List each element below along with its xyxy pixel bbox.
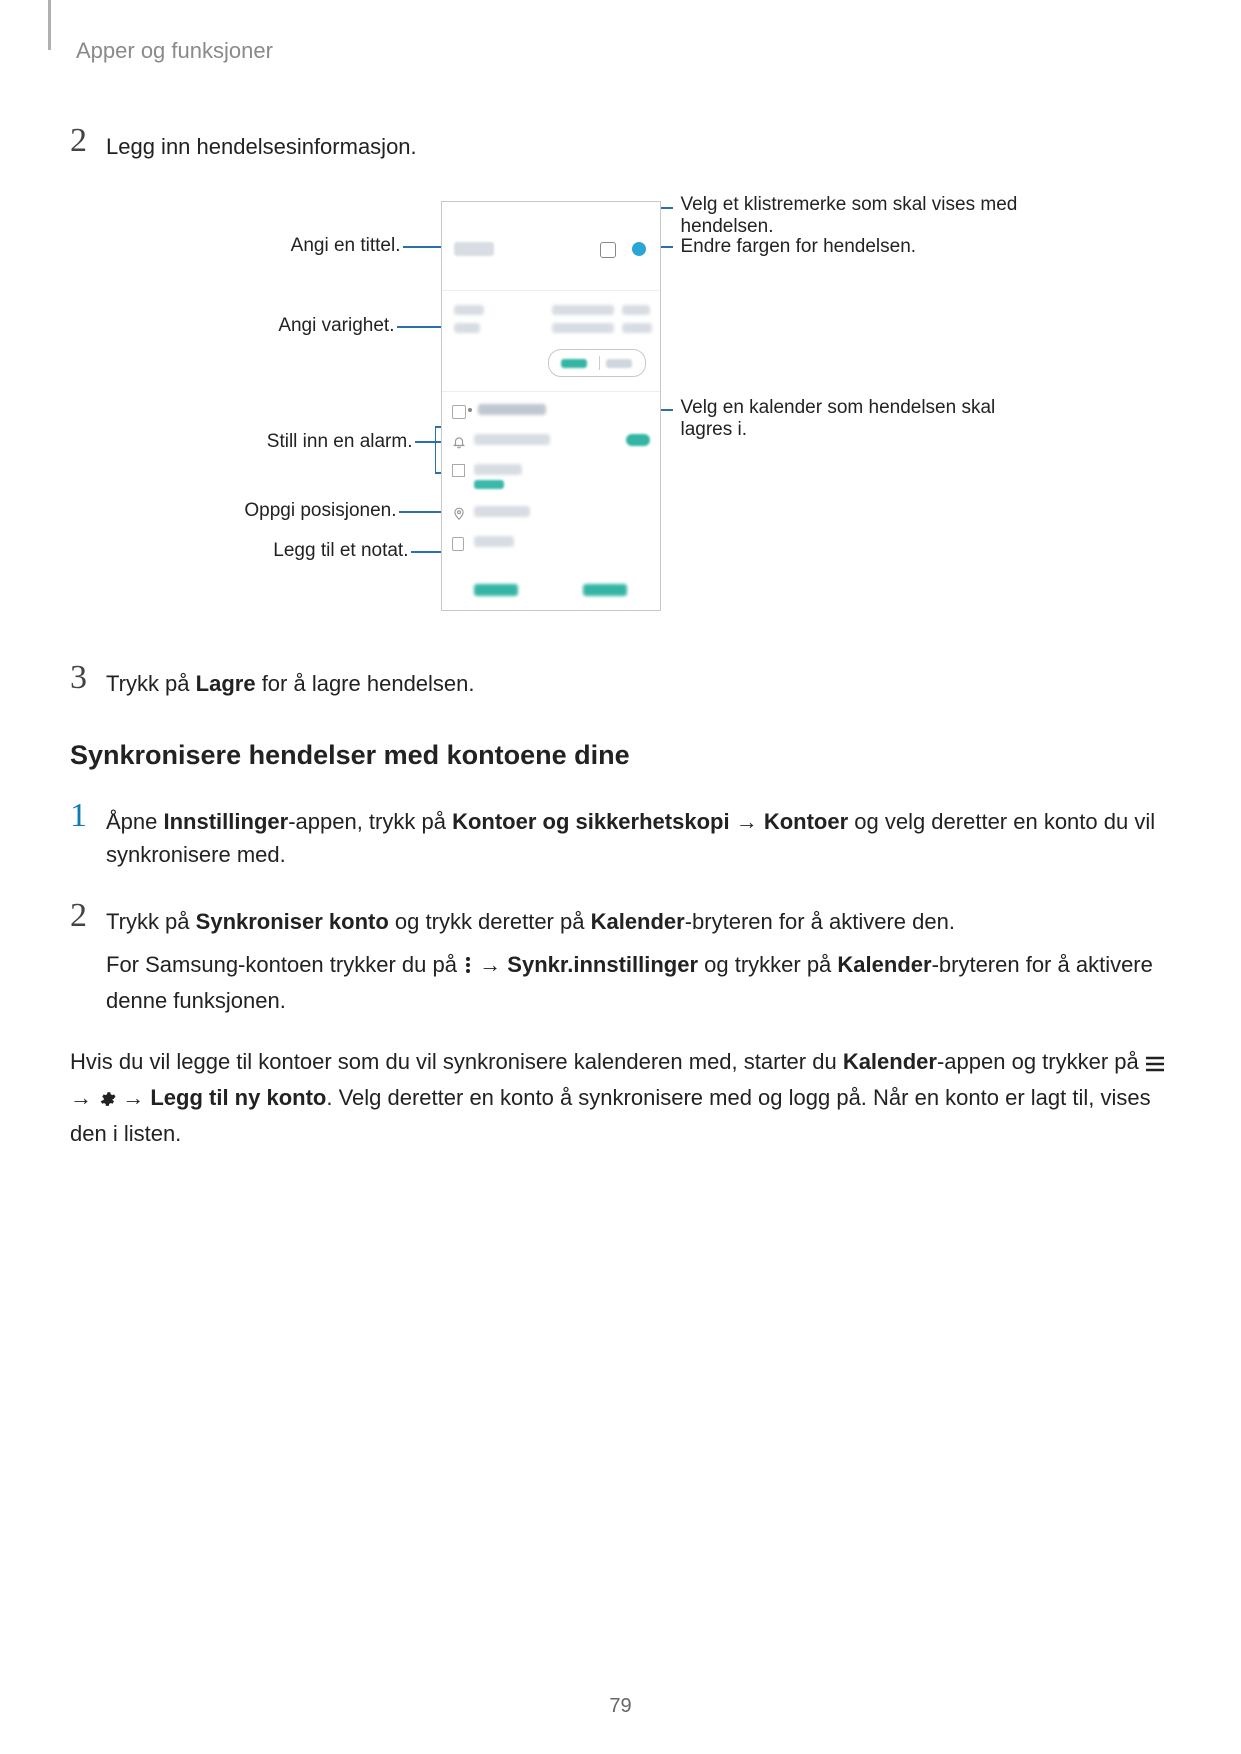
row-alarm [442,428,660,456]
text: Hvis du vil legge til kontoer som du vil… [70,1049,843,1074]
phone-title-area [442,202,660,291]
callout-note: Legg til et notat. [191,540,409,562]
text: -appen, trykk på [288,809,452,834]
bold: Lagre [196,671,256,696]
text: for å lagre hendelsen. [256,671,475,696]
step-text: Trykk på Lagre for å lagre hendelsen. [106,661,1171,700]
text: og trykker på [698,952,837,977]
phone-cancel-button [474,584,518,596]
text: → [116,1085,150,1110]
sticker-icon [600,242,616,258]
phone-buttons [442,570,660,610]
time-pill [548,349,646,377]
bold: Synkroniser konto [196,909,389,934]
callout-title: Angi en tittel. [191,235,401,257]
row-calendar [442,398,660,426]
bold: Kalender [843,1049,937,1074]
gear-icon [98,1084,116,1117]
text: -bryteren for å aktivere den. [685,909,955,934]
bold: Legg til ny konto [150,1085,326,1110]
repeat-icon [452,464,465,477]
sync-step-1: 1 Åpne Innstillinger-appen, trykk på Kon… [70,799,1171,871]
callout-alarm: Still inn en alarm. [191,431,413,453]
diagram: Angi en tittel. Angi varighet. Still inn… [141,191,1101,621]
step-text: Legg inn hendelsesinformasjon. [106,124,1171,163]
text: og trykk deretter på [389,909,591,934]
step-text: Trykk på Synkroniser konto og trykk dere… [106,899,1171,1017]
text: Åpne [106,809,164,834]
note-icon [452,537,464,551]
text: Trykk på [106,671,196,696]
callout-location: Oppgi posisjonen. [191,500,397,522]
step-number: 2 [70,124,106,158]
sync-step-2: 2 Trykk på Synkroniser konto og trykk de… [70,899,1171,1017]
callout-sticker: Velg et klistremerke som skal vises med … [681,194,1041,238]
step-text: Åpne Innstillinger-appen, trykk på Konto… [106,799,1171,871]
bold: Kalender [837,952,931,977]
bell-icon [452,435,464,447]
phone-save-button [583,584,627,596]
location-pin-icon [452,507,464,519]
row-location [442,500,660,528]
bold: Kontoer og sikkerhetskopi [452,809,730,834]
toggle-icon [626,434,650,446]
step-3: 3 Trykk på Lagre for å lagre hendelsen. [70,661,1171,700]
text: -appen og trykker på [937,1049,1145,1074]
step-number: 1 [70,799,106,833]
callout-duration: Angi varighet. [191,315,395,337]
step-2: 2 Legg inn hendelsesinformasjon. [70,124,1171,163]
text: → [473,952,507,977]
color-dot-icon [632,242,646,256]
calendar-small-icon [452,405,466,419]
text: → [730,809,764,834]
phone-options [442,392,660,574]
page: Apper og funksjoner 2 Legg inn hendelses… [0,0,1241,1754]
lead-line [435,426,437,472]
page-number: 79 [0,1695,1241,1718]
phone-mock [441,201,661,611]
header-rule [48,0,51,50]
bold: Kontoer [764,809,848,834]
callout-calendar: Velg en kalender som hendelsen skal lagr… [681,397,1041,441]
step-number: 2 [70,899,106,933]
hamburger-icon [1145,1048,1165,1081]
step-number: 3 [70,661,106,695]
phone-time-area [442,291,660,392]
row-repeat [442,458,660,498]
callout-color: Endre fargen for hendelsen. [681,236,1041,258]
text: For Samsung-kontoen trykker du på [106,952,463,977]
row-note [442,530,660,558]
more-vert-icon [463,951,473,984]
bold: Kalender [591,909,685,934]
breadcrumb: Apper og funksjoner [76,38,1171,64]
text: → [70,1085,98,1110]
section-heading: Synkronisere hendelser med kontoene dine [70,740,1171,771]
bold: Synkr.innstillinger [507,952,698,977]
title-field [454,242,494,256]
tail-paragraph: Hvis du vil legge til kontoer som du vil… [70,1045,1171,1150]
text: Trykk på [106,909,196,934]
bold: Innstillinger [164,809,289,834]
